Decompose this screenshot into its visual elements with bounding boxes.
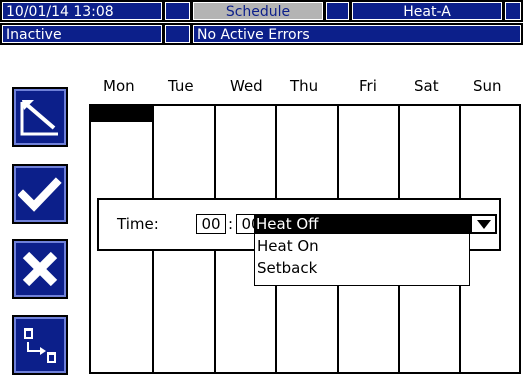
action-select[interactable]: Heat Off: [254, 214, 470, 234]
header-spacer-cell: [326, 2, 349, 20]
screen-title-tab[interactable]: Schedule: [193, 2, 323, 20]
time-separator: :: [228, 215, 234, 233]
day-label-mon: Mon: [103, 77, 135, 95]
dropdown-option-heat-on[interactable]: Heat On: [257, 236, 319, 256]
copy-icon: [24, 328, 56, 363]
copy-button[interactable]: [12, 315, 68, 375]
day-label-wed: Wed: [230, 77, 263, 95]
cancel-button[interactable]: [12, 239, 68, 299]
selected-time-block[interactable]: [91, 106, 152, 122]
edit-arrow-icon: [20, 100, 58, 136]
chevron-down-icon: [477, 220, 491, 229]
action-dropdown-list: Heat On Setback: [254, 234, 470, 286]
edit-schedule-button[interactable]: [12, 87, 68, 147]
checkmark-icon: [18, 177, 62, 212]
accept-button[interactable]: [12, 164, 68, 224]
day-label-sun: Sun: [473, 77, 502, 95]
day-label-thu: Thu: [290, 77, 319, 95]
time-label: Time:: [117, 215, 159, 233]
header-spacer-cell: [165, 25, 190, 43]
dropdown-button[interactable]: [470, 214, 497, 234]
hour-field[interactable]: 00: [196, 214, 226, 234]
header-row-status: Inactive No Active Errors: [0, 22, 523, 45]
zone-tab[interactable]: Heat-A: [352, 2, 502, 20]
screen: 10/01/14 13:08 Schedule Heat-A Inactive …: [0, 0, 523, 388]
header-spacer-cell: [165, 2, 190, 20]
day-label-tue: Tue: [168, 77, 194, 95]
day-label-fri: Fri: [359, 77, 377, 95]
dropdown-option-setback[interactable]: Setback: [257, 258, 317, 278]
header-row-top: 10/01/14 13:08 Schedule Heat-A: [0, 0, 523, 22]
day-label-sat: Sat: [414, 77, 439, 95]
x-icon: [22, 251, 58, 287]
datetime-display: 10/01/14 13:08: [2, 2, 162, 20]
header-spacer-cell: [505, 2, 521, 20]
status-text: Inactive: [2, 25, 162, 43]
error-status-text: No Active Errors: [193, 25, 521, 43]
